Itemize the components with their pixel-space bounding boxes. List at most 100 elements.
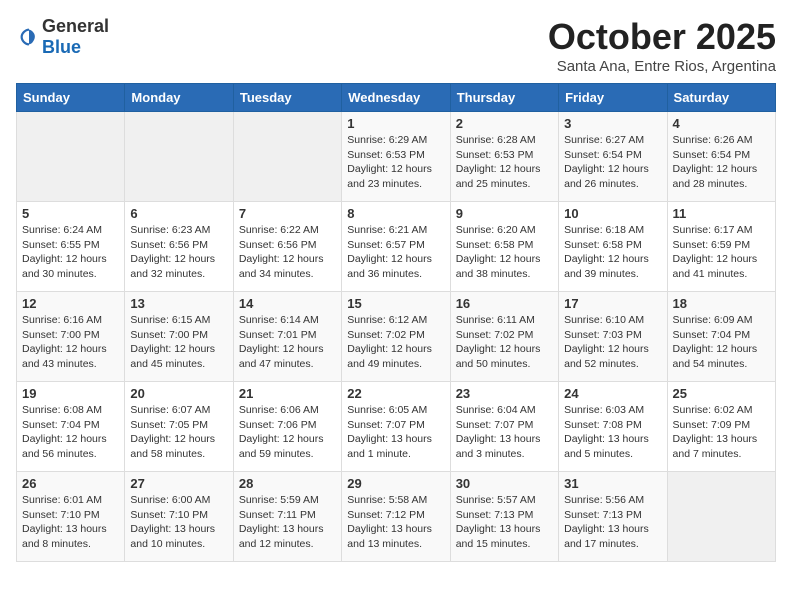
day-number: 17 (564, 296, 661, 311)
day-number: 6 (130, 206, 227, 221)
day-info: Sunrise: 6:05 AM Sunset: 7:07 PM Dayligh… (347, 403, 444, 462)
day-info: Sunrise: 6:07 AM Sunset: 7:05 PM Dayligh… (130, 403, 227, 462)
logo-general-text: General (42, 16, 109, 37)
day-number: 29 (347, 476, 444, 491)
calendar-table: SundayMondayTuesdayWednesdayThursdayFrid… (16, 83, 776, 562)
day-info: Sunrise: 6:10 AM Sunset: 7:03 PM Dayligh… (564, 313, 661, 372)
calendar-cell: 17 Sunrise: 6:10 AM Sunset: 7:03 PM Dayli… (559, 292, 667, 382)
day-info: Sunrise: 5:59 AM Sunset: 7:11 PM Dayligh… (239, 493, 336, 552)
day-number: 15 (347, 296, 444, 311)
weekday-header-sunday: Sunday (17, 84, 125, 112)
day-number: 25 (673, 386, 770, 401)
calendar-cell: 14 Sunrise: 6:14 AM Sunset: 7:01 PM Dayli… (233, 292, 341, 382)
day-number: 28 (239, 476, 336, 491)
day-info: Sunrise: 5:56 AM Sunset: 7:13 PM Dayligh… (564, 493, 661, 552)
calendar-cell: 20Sunrise: 6:07 AM Sunset: 7:05 PM Dayli… (125, 382, 233, 472)
day-number: 31 (564, 476, 661, 491)
weekday-header-tuesday: Tuesday (233, 84, 341, 112)
day-info: Sunrise: 6:00 AM Sunset: 7:10 PM Dayligh… (130, 493, 227, 552)
calendar-week-5: 26 Sunrise: 6:01 AM Sunset: 7:10 PM Dayli… (17, 472, 776, 562)
calendar-week-1: 1 Sunrise: 6:29 AM Sunset: 6:53 PM Daylig… (17, 112, 776, 202)
calendar-cell: 21 Sunrise: 6:06 AM Sunset: 7:06 PM Dayli… (233, 382, 341, 472)
calendar-cell: 28 Sunrise: 5:59 AM Sunset: 7:11 PM Dayli… (233, 472, 341, 562)
day-info: Sunrise: 6:01 AM Sunset: 7:10 PM Dayligh… (22, 493, 119, 552)
title-block: October 2025 Santa Ana, Entre Rios, Arge… (548, 16, 776, 75)
calendar-cell: 6 Sunrise: 6:23 AM Sunset: 6:56 PM Daylig… (125, 202, 233, 292)
calendar-cell: 3 Sunrise: 6:27 AM Sunset: 6:54 PM Daylig… (559, 112, 667, 202)
day-number: 13 (130, 296, 227, 311)
calendar-cell: 12 Sunrise: 6:16 AM Sunset: 7:00 PM Dayli… (17, 292, 125, 382)
day-number: 9 (456, 206, 553, 221)
day-number: 2 (456, 116, 553, 131)
calendar-cell: 24 Sunrise: 6:03 AM Sunset: 7:08 PM Dayli… (559, 382, 667, 472)
day-number: 23 (456, 386, 553, 401)
calendar-cell (125, 112, 233, 202)
day-number: 14 (239, 296, 336, 311)
calendar-title: October 2025 (548, 16, 776, 58)
calendar-cell: 25 Sunrise: 6:02 AM Sunset: 7:09 PM Dayli… (667, 382, 775, 472)
calendar-cell: 9Sunrise: 6:20 AM Sunset: 6:58 PM Daylig… (450, 202, 558, 292)
calendar-cell: 27Sunrise: 6:00 AM Sunset: 7:10 PM Dayli… (125, 472, 233, 562)
calendar-cell: 5Sunrise: 6:24 AM Sunset: 6:55 PM Daylig… (17, 202, 125, 292)
day-info: Sunrise: 6:16 AM Sunset: 7:00 PM Dayligh… (22, 313, 119, 372)
calendar-week-4: 19 Sunrise: 6:08 AM Sunset: 7:04 PM Dayli… (17, 382, 776, 472)
day-info: Sunrise: 6:21 AM Sunset: 6:57 PM Dayligh… (347, 223, 444, 282)
day-number: 11 (673, 206, 770, 221)
calendar-cell (667, 472, 775, 562)
calendar-cell: 8 Sunrise: 6:21 AM Sunset: 6:57 PM Daylig… (342, 202, 450, 292)
calendar-cell (17, 112, 125, 202)
day-info: Sunrise: 6:17 AM Sunset: 6:59 PM Dayligh… (673, 223, 770, 282)
day-info: Sunrise: 6:28 AM Sunset: 6:53 PM Dayligh… (456, 133, 553, 192)
calendar-week-2: 5Sunrise: 6:24 AM Sunset: 6:55 PM Daylig… (17, 202, 776, 292)
day-number: 1 (347, 116, 444, 131)
day-info: Sunrise: 6:09 AM Sunset: 7:04 PM Dayligh… (673, 313, 770, 372)
day-number: 30 (456, 476, 553, 491)
day-info: Sunrise: 6:03 AM Sunset: 7:08 PM Dayligh… (564, 403, 661, 462)
day-number: 12 (22, 296, 119, 311)
day-info: Sunrise: 6:12 AM Sunset: 7:02 PM Dayligh… (347, 313, 444, 372)
calendar-cell: 18 Sunrise: 6:09 AM Sunset: 7:04 PM Dayli… (667, 292, 775, 382)
calendar-cell (233, 112, 341, 202)
day-number: 8 (347, 206, 444, 221)
day-info: Sunrise: 6:04 AM Sunset: 7:07 PM Dayligh… (456, 403, 553, 462)
day-number: 4 (673, 116, 770, 131)
day-info: Sunrise: 6:18 AM Sunset: 6:58 PM Dayligh… (564, 223, 661, 282)
day-number: 19 (22, 386, 119, 401)
logo-icon (18, 26, 40, 48)
day-info: Sunrise: 6:29 AM Sunset: 6:53 PM Dayligh… (347, 133, 444, 192)
weekday-header-monday: Monday (125, 84, 233, 112)
calendar-cell: 1 Sunrise: 6:29 AM Sunset: 6:53 PM Daylig… (342, 112, 450, 202)
calendar-cell: 15 Sunrise: 6:12 AM Sunset: 7:02 PM Dayli… (342, 292, 450, 382)
day-number: 3 (564, 116, 661, 131)
day-info: Sunrise: 5:57 AM Sunset: 7:13 PM Dayligh… (456, 493, 553, 552)
calendar-cell: 2 Sunrise: 6:28 AM Sunset: 6:53 PM Daylig… (450, 112, 558, 202)
calendar-cell: 11 Sunrise: 6:17 AM Sunset: 6:59 PM Dayli… (667, 202, 775, 292)
calendar-cell: 31 Sunrise: 5:56 AM Sunset: 7:13 PM Dayli… (559, 472, 667, 562)
day-info: Sunrise: 6:15 AM Sunset: 7:00 PM Dayligh… (130, 313, 227, 372)
calendar-subtitle: Santa Ana, Entre Rios, Argentina (548, 58, 776, 75)
day-info: Sunrise: 6:14 AM Sunset: 7:01 PM Dayligh… (239, 313, 336, 372)
day-number: 24 (564, 386, 661, 401)
calendar-cell: 22 Sunrise: 6:05 AM Sunset: 7:07 PM Dayli… (342, 382, 450, 472)
calendar-cell: 13 Sunrise: 6:15 AM Sunset: 7:00 PM Dayli… (125, 292, 233, 382)
weekday-header-friday: Friday (559, 84, 667, 112)
day-number: 18 (673, 296, 770, 311)
weekday-header-thursday: Thursday (450, 84, 558, 112)
day-info: Sunrise: 6:27 AM Sunset: 6:54 PM Dayligh… (564, 133, 661, 192)
day-info: Sunrise: 6:02 AM Sunset: 7:09 PM Dayligh… (673, 403, 770, 462)
page-header: General Blue October 2025 Santa Ana, Ent… (16, 16, 776, 75)
calendar-cell: 4Sunrise: 6:26 AM Sunset: 6:54 PM Daylig… (667, 112, 775, 202)
day-number: 16 (456, 296, 553, 311)
day-info: Sunrise: 6:23 AM Sunset: 6:56 PM Dayligh… (130, 223, 227, 282)
day-info: Sunrise: 5:58 AM Sunset: 7:12 PM Dayligh… (347, 493, 444, 552)
day-info: Sunrise: 6:08 AM Sunset: 7:04 PM Dayligh… (22, 403, 119, 462)
day-number: 7 (239, 206, 336, 221)
calendar-cell: 10Sunrise: 6:18 AM Sunset: 6:58 PM Dayli… (559, 202, 667, 292)
day-number: 26 (22, 476, 119, 491)
day-number: 21 (239, 386, 336, 401)
calendar-cell: 30 Sunrise: 5:57 AM Sunset: 7:13 PM Dayli… (450, 472, 558, 562)
day-number: 5 (22, 206, 119, 221)
day-number: 22 (347, 386, 444, 401)
day-info: Sunrise: 6:06 AM Sunset: 7:06 PM Dayligh… (239, 403, 336, 462)
calendar-week-3: 12 Sunrise: 6:16 AM Sunset: 7:00 PM Dayli… (17, 292, 776, 382)
